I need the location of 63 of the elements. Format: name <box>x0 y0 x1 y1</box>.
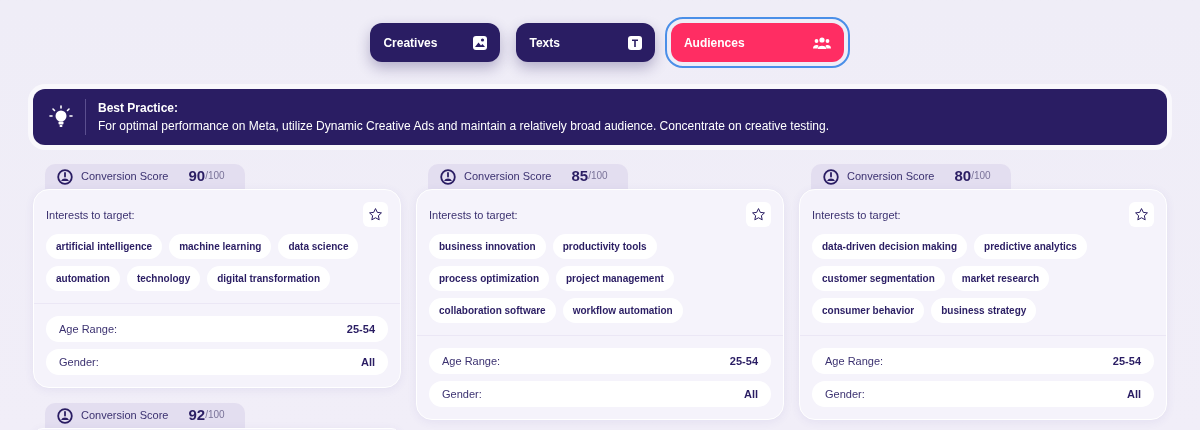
gauge-icon <box>823 168 839 185</box>
score-label: Conversion Score <box>847 169 935 185</box>
detail-label: Age Range: <box>59 321 118 337</box>
detail-value: All <box>743 386 758 402</box>
text-icon <box>627 35 642 50</box>
interest-tag: machine learning <box>169 234 272 259</box>
interests-label: Interests to target: <box>46 208 135 223</box>
favorite-button[interactable] <box>1129 202 1154 227</box>
detail-value: All <box>360 354 375 370</box>
detail-value: 25-54 <box>729 353 758 369</box>
score-max: /100 <box>205 169 225 183</box>
score-value: 90 <box>188 166 206 187</box>
interest-tag: workflow automation <box>562 298 683 323</box>
interest-tag: customer segmentation <box>812 266 945 291</box>
interest-tag: collaboration software <box>429 298 556 323</box>
score-value: 80 <box>954 166 972 187</box>
score-label: Conversion Score <box>81 169 169 185</box>
score-value: 92 <box>188 405 206 426</box>
score-value: 85 <box>571 166 589 187</box>
interest-tag: project management <box>556 266 674 291</box>
star-icon <box>751 207 766 222</box>
tab[interactable]: Texts <box>516 23 655 62</box>
detail-value: 25-54 <box>1112 353 1141 369</box>
detail-label: Age Range: <box>442 353 501 369</box>
interest-tag: automation <box>46 266 120 291</box>
score-max: /100 <box>971 169 991 183</box>
detail-label: Gender: <box>442 386 482 402</box>
interest-tag: artificial intelligence <box>46 234 163 259</box>
interest-tag: digital transformation <box>207 266 331 291</box>
interests-label: Interests to target: <box>812 208 901 223</box>
interest-tag: data science <box>278 234 359 259</box>
image-icon <box>473 35 488 50</box>
detail-label: Gender: <box>825 386 865 402</box>
interest-tag: business strategy <box>931 298 1037 323</box>
star-icon <box>1134 207 1149 222</box>
interest-tag: market research <box>951 266 1050 291</box>
interest-tag: data-driven decision making <box>812 234 968 259</box>
detail-label: Age Range: <box>825 353 884 369</box>
detail-value: 25-54 <box>346 321 375 337</box>
gauge-icon <box>57 407 73 424</box>
tab[interactable]: Creatives <box>370 23 501 62</box>
lightbulb-icon <box>49 105 73 129</box>
gauge-icon <box>440 168 456 185</box>
detail-value: All <box>1126 386 1141 402</box>
interest-tag: process optimization <box>429 266 549 291</box>
score-label: Conversion Score <box>81 408 169 424</box>
score-label: Conversion Score <box>464 169 552 185</box>
interest-tag: productivity tools <box>552 234 657 259</box>
interests-label: Interests to target: <box>429 208 518 223</box>
favorite-button[interactable] <box>746 202 771 227</box>
banner-title: Best Practice: <box>98 100 180 117</box>
interest-tag: consumer behavior <box>812 298 925 323</box>
favorite-button[interactable] <box>363 202 388 227</box>
interest-tag: technology <box>126 266 201 291</box>
gauge-icon <box>57 168 73 185</box>
detail-label: Gender: <box>59 354 99 370</box>
interest-tag: business innovation <box>429 234 546 259</box>
banner-text: For optimal performance on Meta, utilize Dynamic Creative Ads and maintain a relatively broad audience. Concentrate on creative testing. <box>98 118 830 135</box>
star-icon <box>368 207 383 222</box>
score-max: /100 <box>588 169 608 183</box>
score-max: /100 <box>205 408 225 422</box>
interest-tag: predictive analytics <box>974 234 1087 259</box>
people-icon <box>812 35 831 50</box>
